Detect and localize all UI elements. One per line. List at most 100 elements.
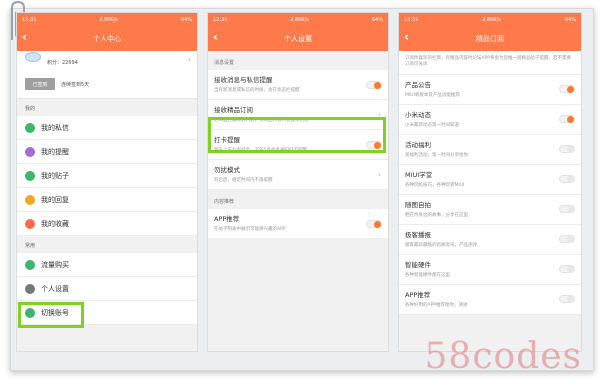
switch-account-icon — [25, 307, 35, 318]
section-message-settings: 消息设置 — [214, 60, 235, 66]
menu-item[interactable]: 个人设置 — [17, 277, 197, 301]
setting-description: 在帖子列表中展示可能感兴趣的APP — [214, 227, 286, 232]
chevron-right-icon[interactable]: › — [378, 170, 381, 179]
phone-personal-center: 12:31 2.86K/s 64% ‹ 个人中心 积分：22694 › 已签到 … — [16, 12, 198, 352]
toggle-switch[interactable] — [559, 175, 575, 184]
setting-row[interactable]: 勿扰模式开启后，规定时间内不再提醒 › — [208, 160, 388, 190]
star-icon — [25, 218, 35, 229]
setting-row[interactable]: 智能硬件各种智能硬件都在这里 — [399, 254, 581, 285]
menu-item[interactable]: 我的贴子 — [17, 164, 197, 188]
settings-icon — [25, 283, 35, 294]
post-icon — [25, 170, 35, 181]
setting-description: 晒在你身边的故事，分享在这里 — [405, 212, 468, 218]
setting-title: 勿扰模式 — [214, 166, 240, 174]
toggle-switch[interactable] — [366, 219, 382, 228]
toggle-switch[interactable] — [559, 295, 575, 304]
setting-row[interactable]: 接收消息与私信提醒当有新消息或私信的时候，会在状态栏提醒 — [208, 70, 388, 100]
setting-row[interactable]: 随图自拍晒在你身边的故事，分享在这里 — [399, 194, 581, 225]
setting-title: 接收精品订阅 — [214, 106, 253, 114]
setting-row[interactable]: MIUI学堂各种玩机技巧，各种玩转MIUI — [399, 164, 581, 195]
back-arrow-icon[interactable]: ‹ — [404, 30, 409, 44]
status-speed: 2.86K/s — [290, 16, 309, 23]
section-common: 常用 — [25, 243, 36, 249]
bell-icon — [25, 146, 35, 157]
phone-personal-settings: 12:31 2.86K/s 64% ‹ 个人设置 消息设置 接收消息与私信提醒当… — [207, 12, 389, 352]
menu-item-label: 流量购买 — [41, 260, 69, 269]
battery-text: 64% — [371, 16, 383, 23]
setting-row[interactable]: 极客播报 极客最新最酷的新闻资讯，产品测评 — [399, 224, 581, 255]
setting-row[interactable]: 活动福利 发福利活动，第一时间分享给你 — [399, 134, 581, 165]
watermark: 58codes — [424, 336, 582, 377]
setting-title: 活动福利 — [405, 140, 431, 149]
profile-card: 积分：22694 › 已签到 连续签到5天 — [17, 51, 197, 99]
menu-item[interactable]: 我的私信 — [17, 116, 197, 140]
setting-description: 小米最新动态第一时间知道 — [405, 122, 459, 128]
setting-title: 随图自拍 — [405, 200, 431, 209]
menu-item-label: 我的回复 — [41, 195, 69, 204]
menu-item-label: 个人设置 — [41, 284, 69, 293]
setting-description: 当有新消息或私信的时候，会在状态栏提醒 — [214, 88, 300, 93]
setting-description: 订阅自己喜欢的内容，有精品内容时会推荐给您 — [214, 118, 309, 123]
menu-item[interactable]: 流量购买 — [17, 253, 197, 277]
menu-item[interactable]: 切换账号 — [17, 301, 197, 325]
menu-item-label: 我的提醒 — [41, 147, 69, 156]
setting-title: APP推荐 — [405, 290, 431, 299]
menu-item-label: 切换账号 — [41, 308, 69, 317]
avatar[interactable] — [25, 52, 41, 62]
toggle-switch[interactable] — [559, 205, 575, 214]
toggle-switch[interactable] — [559, 265, 575, 274]
back-arrow-icon[interactable]: ‹ — [22, 30, 27, 44]
phone-featured-subscriptions: 12:31 2.86K/s 64% ‹ 精品订阅 订阅你喜欢的栏目，有精品内容时… — [398, 12, 582, 352]
setting-description: 各种智能硬件都在这里 — [405, 272, 450, 278]
traffic-icon — [25, 259, 35, 270]
back-arrow-icon[interactable]: ‹ — [213, 30, 218, 44]
toggle-switch[interactable] — [366, 140, 382, 149]
reply-icon — [25, 194, 35, 205]
checkin-streak-text: 连续签到5天 — [61, 82, 90, 88]
status-bar: 12:31 2.86K/s 64% — [208, 13, 388, 26]
menu-item-label: 我的贴子 — [41, 171, 69, 180]
toggle-switch[interactable] — [559, 115, 575, 124]
menu-item[interactable]: 我的提醒 — [17, 140, 197, 164]
checkin-button[interactable]: 已签到 — [25, 78, 55, 90]
battery-text: 64% — [564, 16, 576, 23]
subscription-intro: 订阅你喜欢的栏目，有精品内容时论坛APP将会为您推一则精品帖子提醒，若不需要订阅… — [399, 51, 581, 75]
menu-item-label: 我的私信 — [41, 123, 69, 132]
status-speed: 2.86K/s — [99, 16, 118, 23]
battery-text: 64% — [180, 16, 192, 23]
status-time: 12:31 — [404, 16, 419, 23]
setting-title: 智能硬件 — [405, 260, 431, 269]
toggle-switch[interactable] — [559, 85, 575, 94]
setting-row[interactable]: APP推荐各种好用的APP推荐给你，请进 — [399, 284, 581, 315]
setting-description: 各种玩机技巧，各种玩转MIUI — [405, 182, 465, 188]
menu-item[interactable]: 我的收藏 — [17, 212, 197, 236]
setting-description: 每天上午九点打卡，下午5点会发通知打卡提醒 — [214, 148, 307, 153]
page-title: 个人中心 — [93, 34, 121, 43]
setting-row[interactable]: 接收精品订阅订阅自己喜欢的内容，有精品内容时会推荐给您 › — [208, 100, 388, 130]
status-bar: 12:31 2.86K/s 64% — [399, 13, 581, 26]
mail-icon — [25, 122, 35, 133]
setting-row[interactable]: 打卡提醒 每天上午九点打卡，下午5点会发通知打卡提醒 — [208, 130, 388, 160]
setting-row[interactable]: APP推荐 在帖子列表中展示可能感兴趣的APP — [208, 209, 388, 239]
status-time: 12:31 — [22, 16, 37, 23]
menu-item-label: 我的收藏 — [41, 219, 69, 228]
menu-item[interactable]: 我的回复 — [17, 188, 197, 212]
setting-description: 各种好用的APP推荐给你，请进 — [405, 302, 468, 308]
page-title: 精品订阅 — [476, 34, 504, 43]
title-bar: ‹ 个人中心 — [17, 26, 197, 51]
points-text: 积分：22694 — [47, 60, 78, 66]
setting-title: 接收消息与私信提醒 — [214, 76, 273, 84]
setting-title: 极客播报 — [405, 230, 431, 239]
toggle-switch[interactable] — [366, 80, 382, 89]
page-title: 个人设置 — [284, 34, 312, 43]
setting-title: MIUI学堂 — [405, 170, 433, 179]
chevron-right-icon[interactable]: › — [188, 55, 191, 64]
status-speed: 2.86K/s — [482, 16, 501, 23]
chevron-right-icon[interactable]: › — [378, 110, 381, 119]
toggle-switch[interactable] — [559, 145, 575, 154]
setting-row[interactable]: 产品公告 MIUI新版本及产品功能推荐 — [399, 74, 581, 105]
setting-row[interactable]: 小米动态 小米最新动态第一时间知道 — [399, 104, 581, 135]
setting-description: 开启后，规定时间内不再提醒 — [214, 178, 273, 183]
toggle-switch[interactable] — [559, 235, 575, 244]
title-bar: ‹ 精品订阅 — [399, 26, 581, 51]
